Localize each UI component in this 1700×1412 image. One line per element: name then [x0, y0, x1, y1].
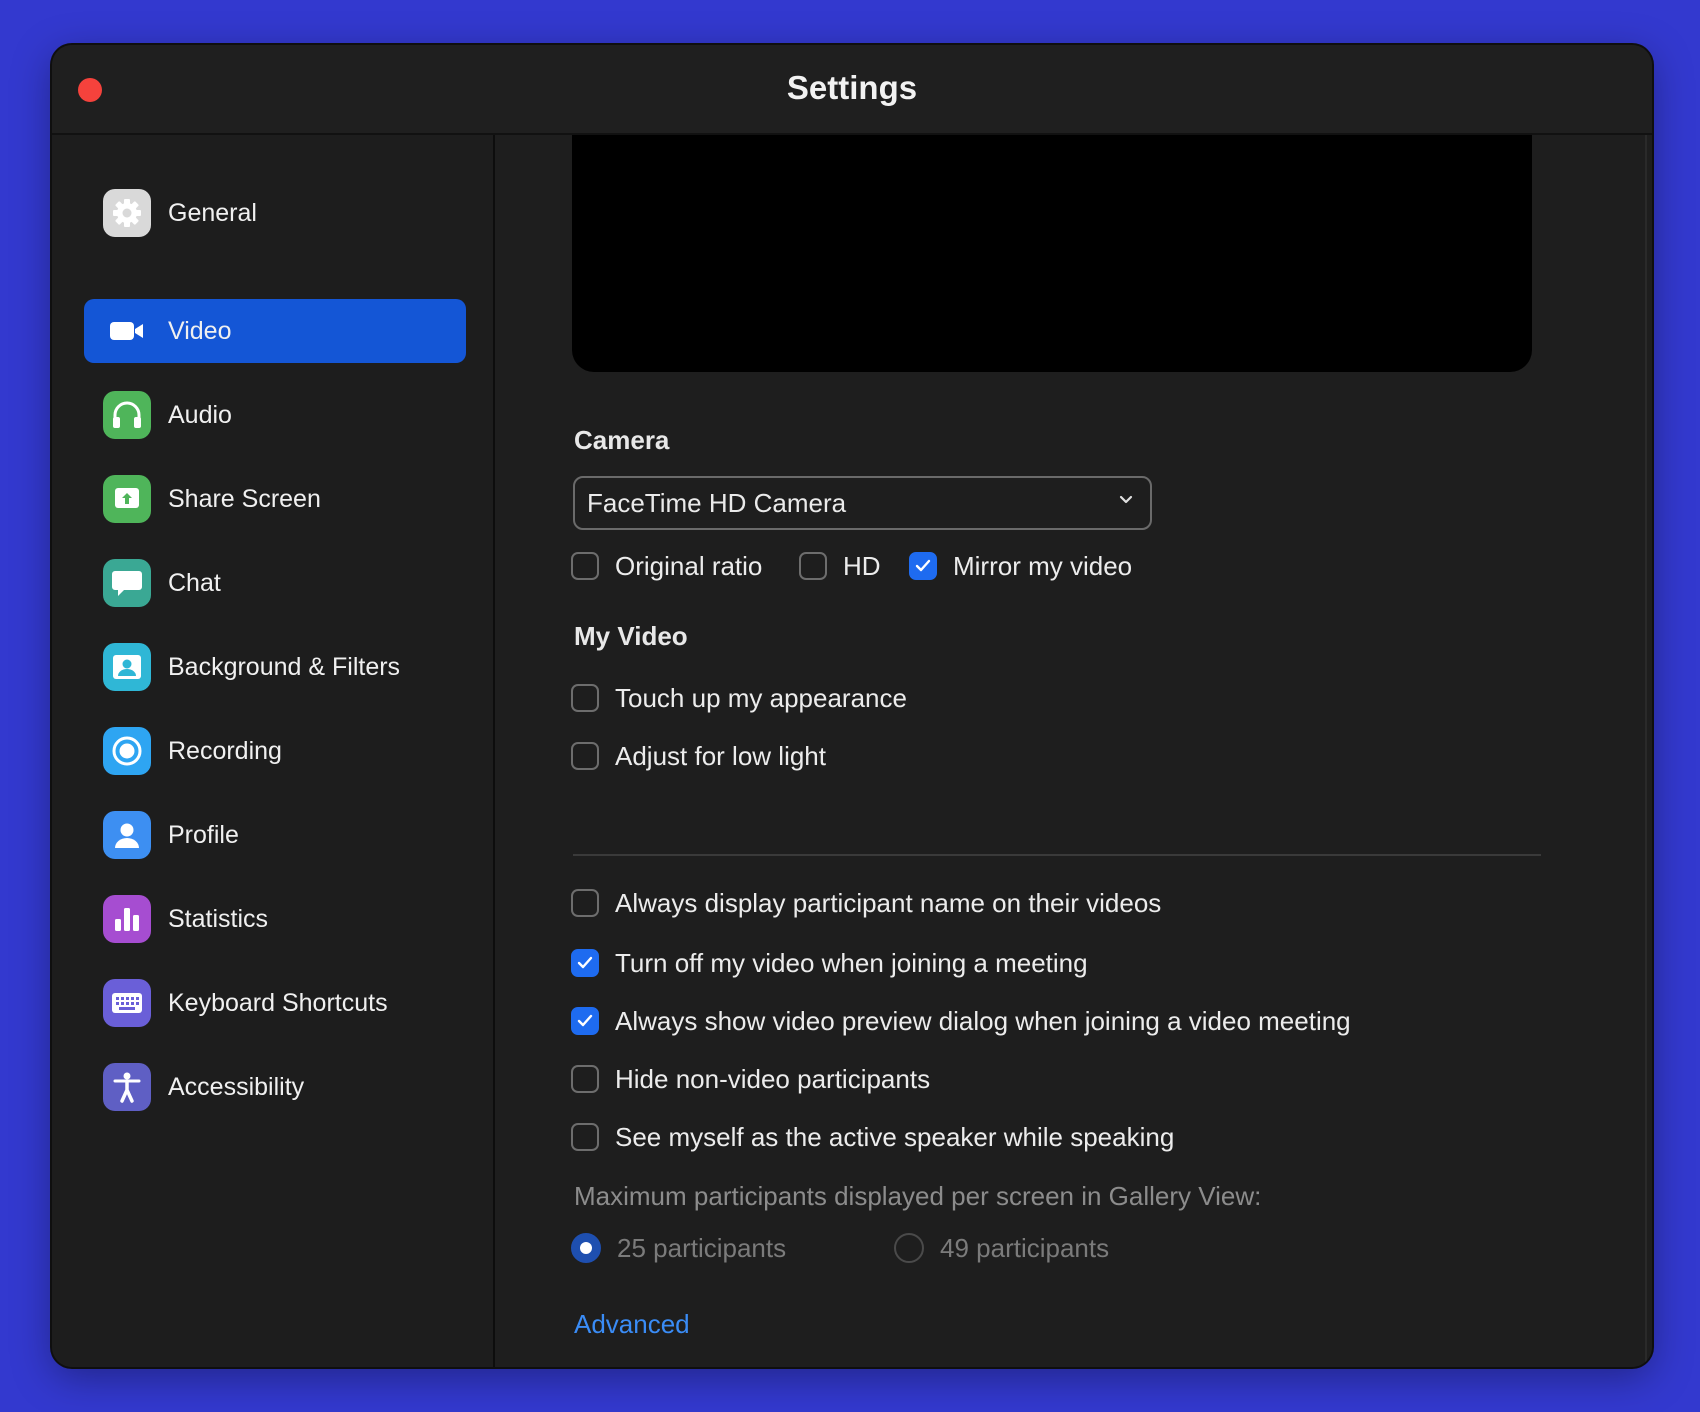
sidebar-item-keyboard-shortcuts[interactable]: Keyboard Shortcuts — [84, 971, 466, 1035]
background-person-icon — [103, 643, 151, 691]
sidebar-item-general[interactable]: General — [84, 181, 466, 245]
advanced-link[interactable]: Advanced — [574, 1309, 690, 1340]
sidebar-item-label: Accessibility — [168, 1073, 305, 1101]
mirror-video-checkbox[interactable] — [909, 552, 937, 580]
low-light-option[interactable]: Adjust for low light — [571, 739, 826, 773]
gallery-49-radio[interactable] — [894, 1233, 924, 1263]
touch-up-appearance-option[interactable]: Touch up my appearance — [571, 681, 907, 715]
headphones-icon — [103, 391, 151, 439]
section-divider — [573, 854, 1541, 856]
option-label: Original ratio — [615, 550, 763, 581]
sidebar-item-audio[interactable]: Audio — [84, 383, 466, 447]
sidebar-item-accessibility[interactable]: Accessibility — [84, 1055, 466, 1119]
display-participant-name-option[interactable]: Always display participant name on their… — [571, 886, 1161, 920]
record-icon — [103, 727, 151, 775]
sidebar-item-label: General — [168, 199, 257, 227]
gallery-49-option[interactable]: 49 participants — [894, 1231, 1109, 1265]
profile-icon — [103, 811, 151, 859]
option-label: Touch up my appearance — [615, 682, 907, 713]
sidebar-item-label: Video — [168, 317, 232, 345]
checkmark-icon — [915, 559, 931, 572]
sidebar-item-label: Audio — [168, 401, 232, 429]
hide-non-video-checkbox[interactable] — [571, 1065, 599, 1093]
original-ratio-option[interactable]: Original ratio — [571, 549, 762, 583]
sidebar-item-video[interactable]: Video — [84, 299, 466, 363]
hd-option[interactable]: HD — [799, 549, 881, 583]
sidebar-item-label: Chat — [168, 569, 221, 597]
turn-off-video-checkbox[interactable] — [571, 949, 599, 977]
sidebar-item-label: Background & Filters — [168, 653, 401, 681]
video-preview-dialog-checkbox[interactable] — [571, 1007, 599, 1035]
low-light-checkbox[interactable] — [571, 742, 599, 770]
sidebar-item-label: Keyboard Shortcuts — [168, 989, 388, 1017]
sidebar-item-chat[interactable]: Chat — [84, 551, 466, 615]
gear-icon — [103, 189, 151, 237]
hd-checkbox[interactable] — [799, 552, 827, 580]
touch-up-appearance-checkbox[interactable] — [571, 684, 599, 712]
option-label: Always display participant name on their… — [615, 887, 1162, 918]
sidebar-item-background-filters[interactable]: Background & Filters — [84, 635, 466, 699]
original-ratio-checkbox[interactable] — [571, 552, 599, 580]
gallery-view-label: Maximum participants displayed per scree… — [574, 1181, 1262, 1211]
gallery-25-option[interactable]: 25 participants — [571, 1231, 786, 1265]
sidebar: General Video Audio Share Screen Chat Ba… — [52, 135, 495, 1367]
display-participant-name-checkbox[interactable] — [571, 889, 599, 917]
option-label: Always show video preview dialog when jo… — [615, 1005, 1351, 1036]
checkmark-icon — [577, 956, 593, 969]
option-label: 25 participants — [617, 1232, 787, 1263]
settings-window: Settings General Video Audio Share Scree… — [52, 45, 1652, 1367]
option-label: Mirror my video — [953, 550, 1133, 581]
camera-section-title: Camera — [574, 425, 670, 455]
mirror-video-option[interactable]: Mirror my video — [909, 549, 1132, 583]
turn-off-video-option[interactable]: Turn off my video when joining a meeting — [571, 946, 1088, 980]
my-video-section-title: My Video — [574, 621, 688, 651]
option-label: Hide non-video participants — [615, 1063, 931, 1094]
sidebar-item-statistics[interactable]: Statistics — [84, 887, 466, 951]
video-settings-panel: Camera FaceTime HD Camera Original ratio… — [495, 135, 1652, 1367]
option-label: See myself as the active speaker while s… — [615, 1121, 1175, 1152]
bar-chart-icon — [103, 895, 151, 943]
active-speaker-option[interactable]: See myself as the active speaker while s… — [571, 1120, 1174, 1154]
camera-select[interactable]: FaceTime HD Camera — [573, 476, 1152, 530]
video-preview — [572, 135, 1532, 372]
window-title: Settings — [786, 69, 918, 106]
sidebar-item-recording[interactable]: Recording — [84, 719, 466, 783]
active-speaker-checkbox[interactable] — [571, 1123, 599, 1151]
option-label: Turn off my video when joining a meeting — [615, 947, 1088, 978]
chat-bubble-icon — [103, 559, 151, 607]
option-label: HD — [843, 550, 881, 581]
sidebar-item-label: Share Screen — [168, 485, 321, 513]
chevron-down-icon — [1119, 495, 1133, 504]
title-bar: Settings — [52, 45, 1652, 135]
gallery-25-radio[interactable] — [571, 1233, 601, 1263]
option-label: Adjust for low light — [615, 740, 826, 771]
sidebar-item-profile[interactable]: Profile — [84, 803, 466, 867]
sidebar-item-share-screen[interactable]: Share Screen — [84, 467, 466, 531]
checkmark-icon — [577, 1014, 593, 1027]
camera-select-value: FaceTime HD Camera — [587, 488, 847, 518]
scroll-track — [1645, 135, 1647, 1367]
sidebar-item-label: Recording — [168, 737, 282, 765]
accessibility-icon — [103, 1063, 151, 1111]
video-preview-dialog-option[interactable]: Always show video preview dialog when jo… — [571, 1004, 1351, 1038]
hide-non-video-option[interactable]: Hide non-video participants — [571, 1062, 930, 1096]
option-label: 49 participants — [940, 1232, 1110, 1263]
share-screen-icon — [103, 475, 151, 523]
sidebar-item-label: Statistics — [168, 905, 269, 933]
video-camera-icon — [103, 307, 151, 355]
keyboard-icon — [103, 979, 151, 1027]
sidebar-item-label: Profile — [168, 821, 239, 849]
